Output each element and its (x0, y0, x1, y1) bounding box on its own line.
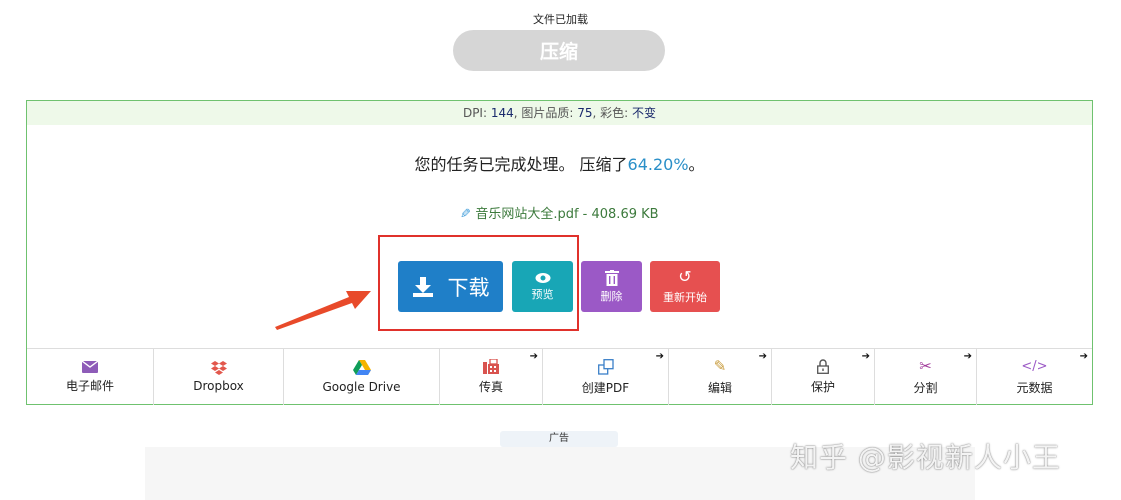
trash-icon (604, 269, 619, 286)
tool-fax[interactable]: ➔ 传真 (440, 349, 543, 405)
arrow-right-icon: ➔ (758, 351, 767, 362)
arrow-right-icon: ➔ (529, 351, 538, 362)
code-icon: </> (1021, 359, 1048, 374)
restart-button[interactable]: ↺ 重新开始 (650, 261, 720, 312)
tool-label: 创建PDF (581, 380, 630, 395)
compress-button[interactable]: 压缩 (453, 30, 665, 71)
preview-label: 预览 (531, 288, 554, 301)
settings-summary: DPI: 144, 图片品质: 75, 彩色: 不变 (27, 101, 1092, 125)
email-icon (82, 360, 98, 373)
result-end: 。 (688, 155, 705, 174)
tool-label: 传真 (478, 380, 503, 394)
arrow-right-icon: ➔ (1079, 351, 1088, 362)
tool-label: 分割 (913, 381, 938, 395)
arrow-right-icon: ➔ (963, 351, 972, 362)
tool-edit[interactable]: ➔ ✎ 编辑 (669, 349, 772, 405)
arrow-right-icon: ➔ (655, 351, 664, 362)
dpi-label: DPI: (462, 106, 491, 120)
tool-split[interactable]: ➔ ✂ 分割 (875, 349, 977, 405)
eye-icon (535, 272, 550, 283)
file-info[interactable]: ✎ 音乐网站大全.pdf - 408.69 KB (27, 203, 1092, 222)
watermark: 知乎 @影视新人小王 (790, 441, 1061, 474)
download-label: 下载 (447, 276, 490, 300)
file-name-size: 音乐网站大全.pdf - 408.69 KB (475, 207, 659, 222)
tool-label: 保护 (810, 380, 835, 394)
pencil-icon: ✎ (713, 357, 727, 375)
tool-google-drive[interactable]: Google Drive (284, 349, 440, 405)
google-drive-icon (352, 360, 371, 375)
tool-protect[interactable]: ➔ 保护 (772, 349, 875, 405)
download-icon (412, 276, 433, 297)
result-text: 您的任务已完成处理。 压缩了 (414, 155, 628, 174)
tool-label: 元数据 (1016, 381, 1053, 395)
tool-label: 编辑 (707, 381, 732, 395)
delete-button[interactable]: 删除 (581, 261, 642, 312)
tools-row: 电子邮件 Dropbox Google Drive ➔ 传真 ➔ 创建PDF ➔… (27, 348, 1092, 405)
arrow-right-icon: ➔ (861, 351, 870, 362)
tool-label: Dropbox (193, 379, 244, 393)
compression-percent: 64.20% (627, 155, 689, 174)
dropbox-icon (210, 361, 227, 375)
tool-email[interactable]: 电子邮件 (27, 349, 154, 405)
pencil-icon[interactable]: ✎ (460, 207, 471, 222)
tool-label: 电子邮件 (65, 378, 114, 393)
scissors-icon: ✂ (919, 357, 932, 375)
tool-label: Google Drive (322, 380, 401, 394)
tool-create-pdf[interactable]: ➔ 创建PDF (543, 349, 669, 405)
file-loaded-status: 文件已加载 (533, 13, 588, 26)
tool-dropbox[interactable]: Dropbox (154, 349, 284, 405)
quality-value: 75 (577, 106, 593, 120)
lock-icon (817, 359, 829, 374)
result-panel: DPI: 144, 图片品质: 75, 彩色: 不变 您的任务已完成处理。 压缩… (26, 100, 1093, 405)
color-label: , 彩色: (592, 106, 633, 120)
fax-icon (483, 359, 499, 374)
restart-icon: ↺ (678, 268, 692, 286)
restart-label: 重新开始 (663, 291, 707, 304)
tool-metadata[interactable]: ➔ </> 元数据 (977, 349, 1092, 405)
create-pdf-icon (597, 358, 614, 375)
preview-button[interactable]: 预览 (512, 261, 573, 312)
delete-label: 删除 (600, 290, 623, 303)
ad-label: 广告 (500, 431, 618, 447)
download-button[interactable]: 下载 (398, 261, 503, 312)
color-value: 不变 (632, 106, 657, 120)
result-message: 您的任务已完成处理。 压缩了64.20%。 (27, 151, 1092, 175)
quality-label: , 图片品质: (513, 106, 578, 120)
pointer-arrow-icon (275, 291, 371, 330)
dpi-value: 144 (490, 106, 514, 120)
